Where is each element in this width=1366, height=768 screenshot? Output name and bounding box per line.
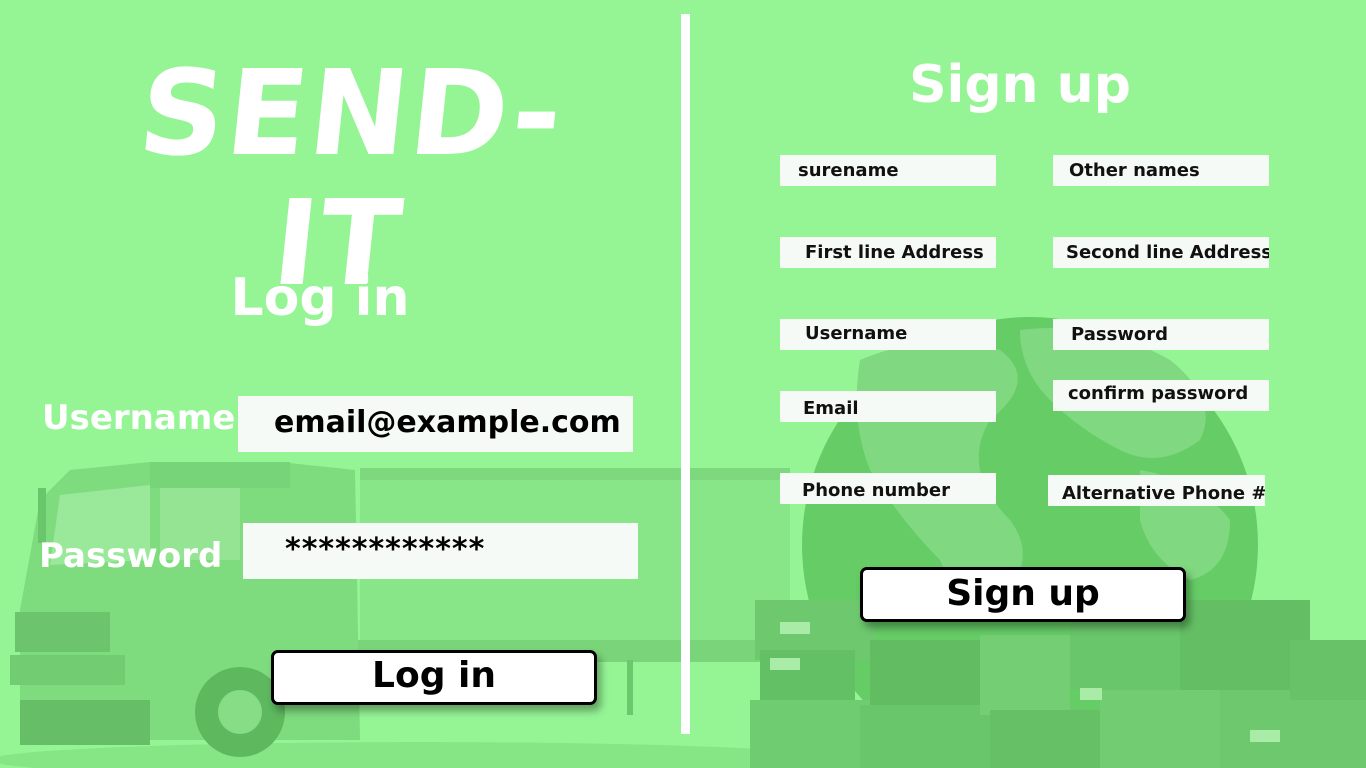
- login-username-label: Username: [42, 398, 236, 438]
- truck-illustration: [10, 462, 795, 757]
- login-password-label: Password: [39, 536, 223, 576]
- signup-button[interactable]: Sign up: [860, 567, 1186, 622]
- alternative-phone-field[interactable]: Alternative Phone #: [1048, 475, 1265, 506]
- signup-title: Sign up: [909, 55, 1131, 115]
- address-line2-field[interactable]: Second line Address: [1053, 237, 1269, 268]
- confirm-password-field[interactable]: confirm password: [1053, 380, 1269, 411]
- signup-email-field[interactable]: Email: [780, 391, 996, 422]
- phone-number-field[interactable]: Phone number: [780, 473, 996, 504]
- address-line1-field[interactable]: First line Address: [780, 237, 996, 268]
- signup-password-field[interactable]: Password: [1053, 319, 1269, 350]
- login-title: Log in: [230, 268, 410, 328]
- vertical-divider: [681, 14, 690, 734]
- signup-username-field[interactable]: Username: [780, 319, 996, 350]
- login-username-input[interactable]: email@example.com: [238, 396, 633, 452]
- surname-field[interactable]: surename: [780, 155, 996, 186]
- login-button[interactable]: Log in: [271, 650, 597, 705]
- other-names-field[interactable]: Other names: [1053, 155, 1269, 186]
- login-password-input[interactable]: ************: [243, 523, 638, 579]
